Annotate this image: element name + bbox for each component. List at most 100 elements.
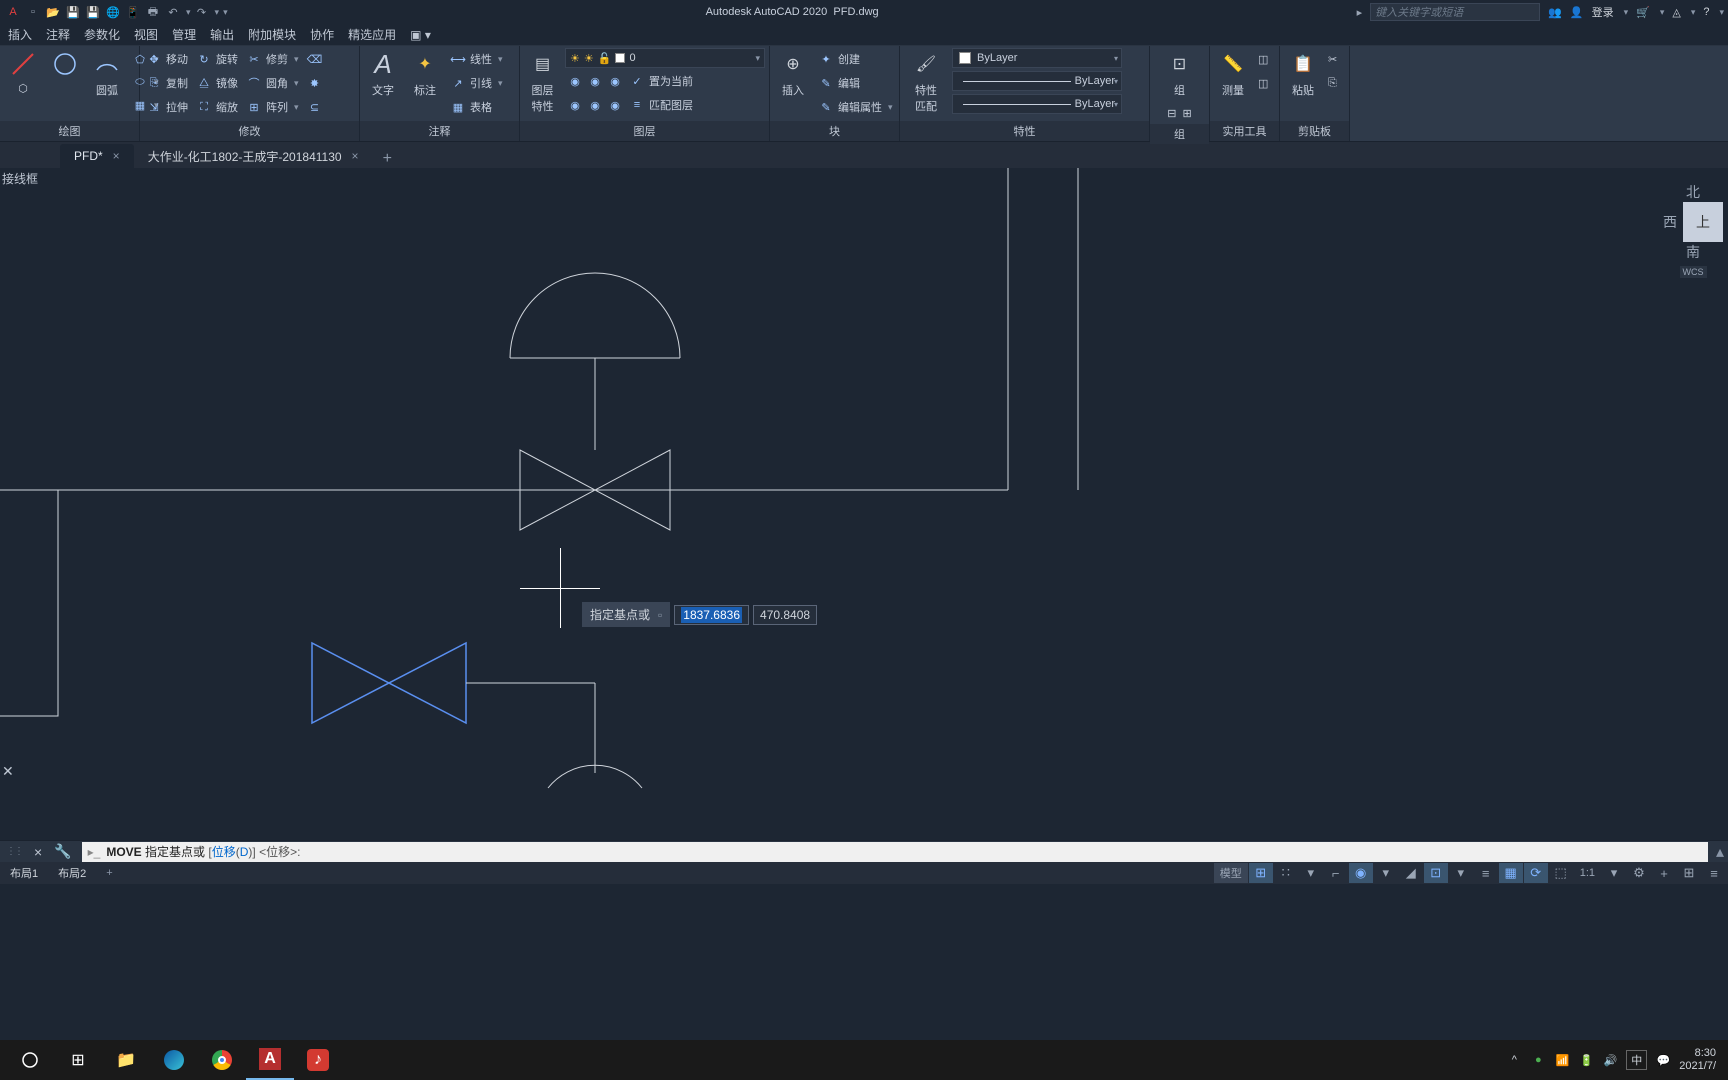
- panel-draw-label[interactable]: 绘图: [0, 121, 139, 141]
- create-block-button[interactable]: ✦创建: [816, 48, 895, 70]
- add-tab-button[interactable]: +: [373, 150, 402, 168]
- mirror-button[interactable]: ⧋镜像: [194, 72, 240, 94]
- status-lw-icon[interactable]: ≡: [1474, 863, 1498, 883]
- tray-notification-icon[interactable]: 💬: [1655, 1052, 1671, 1068]
- panel-clip-label[interactable]: 剪贴板: [1280, 121, 1349, 141]
- tab-featured[interactable]: 精选应用: [348, 26, 396, 43]
- linear-button[interactable]: ⟷线性▾: [448, 48, 505, 70]
- array-button[interactable]: ⊞阵列▾: [244, 96, 301, 118]
- tab-toggle[interactable]: ▣ ▾: [410, 28, 431, 42]
- layer-icons-2[interactable]: ◉◉◉: [565, 94, 625, 116]
- match-props-button[interactable]: 🖌特性 匹配: [904, 48, 948, 114]
- status-polar-icon[interactable]: ◉: [1349, 863, 1373, 883]
- tab-parametric[interactable]: 参数化: [84, 26, 120, 43]
- layout-add[interactable]: +: [96, 862, 122, 884]
- dwg-tab-2[interactable]: 大作业-化工1802-王成宇-201841130×: [134, 144, 373, 168]
- edge-icon[interactable]: [150, 1040, 198, 1080]
- measure-button[interactable]: 📏测量: [1214, 48, 1252, 98]
- status-ui-icon[interactable]: ⊞: [1677, 863, 1701, 883]
- status-scale[interactable]: 1:1: [1574, 863, 1601, 883]
- fillet-button[interactable]: ⌒圆角▾: [244, 72, 301, 94]
- explode-button[interactable]: ✸: [305, 72, 325, 94]
- dimension-button[interactable]: ✦标注: [406, 48, 444, 98]
- leader-button[interactable]: ↗引线▾: [448, 72, 505, 94]
- cmdline-history[interactable]: ▴: [1712, 842, 1728, 862]
- panel-modify-label[interactable]: 修改: [140, 121, 359, 141]
- status-dropdown[interactable]: ▾: [1374, 863, 1398, 883]
- set-current-button[interactable]: ✓置为当前: [627, 70, 695, 92]
- close-tab-icon[interactable]: ×: [352, 149, 359, 163]
- print-icon[interactable]: 🖶: [144, 3, 162, 21]
- autocad-logo-icon[interactable]: A: [4, 3, 22, 21]
- arc-button[interactable]: 圆弧: [88, 48, 126, 98]
- panel-block-label[interactable]: 块: [770, 121, 899, 141]
- tab-insert[interactable]: 插入: [8, 26, 32, 43]
- status-model[interactable]: 模型: [1214, 863, 1248, 883]
- scale-button[interactable]: ⛶缩放: [194, 96, 240, 118]
- command-input[interactable]: ▸_ MOVE 指定基点或 [位移(D)] <位移>:: [82, 842, 1708, 862]
- a360-icon[interactable]: ◬: [1672, 6, 1680, 19]
- util-1[interactable]: ◫: [1256, 48, 1270, 70]
- tray-battery-icon[interactable]: 🔋: [1578, 1052, 1594, 1068]
- tab-addins[interactable]: 附加模块: [248, 26, 296, 43]
- status-3d-icon[interactable]: ⬚: [1549, 863, 1573, 883]
- status-dropdown[interactable]: ▾: [1602, 863, 1626, 883]
- panel-group-label[interactable]: 组: [1150, 124, 1209, 144]
- collab-icon[interactable]: 👥: [1548, 6, 1562, 19]
- status-plus-icon[interactable]: +: [1652, 863, 1676, 883]
- tray-cloud-icon[interactable]: ●: [1530, 1052, 1546, 1068]
- polyline-button[interactable]: ⬡: [4, 82, 42, 95]
- cmdline-close[interactable]: ×: [28, 844, 48, 860]
- web-icon[interactable]: 🌐: [104, 3, 122, 21]
- util-2[interactable]: ◫: [1256, 72, 1270, 94]
- dynamic-y-input[interactable]: 470.8408: [753, 605, 817, 625]
- plot-icon[interactable]: 📱: [124, 3, 142, 21]
- copy-button[interactable]: ⎘复制: [144, 72, 190, 94]
- user-icon[interactable]: 👤: [1570, 6, 1584, 19]
- layer-combo[interactable]: ☀☀🔓 0 ▾: [565, 48, 765, 68]
- status-ortho-icon[interactable]: ⌐: [1324, 863, 1348, 883]
- line-button[interactable]: [4, 48, 42, 80]
- status-iso-icon[interactable]: ◢: [1399, 863, 1423, 883]
- linetype-combo[interactable]: ByLayer▾: [952, 94, 1122, 114]
- layer-icons-1[interactable]: ◉◉◉: [565, 70, 625, 92]
- login-button[interactable]: 登录: [1592, 4, 1614, 20]
- close-tab-icon[interactable]: ×: [113, 149, 120, 163]
- lineweight-combo[interactable]: ByLayer▾: [952, 71, 1122, 91]
- offset-button[interactable]: ⊆: [305, 96, 325, 118]
- save-icon[interactable]: 💾: [64, 3, 82, 21]
- new-icon[interactable]: ▫: [24, 3, 42, 21]
- start-button[interactable]: [6, 1040, 54, 1080]
- layout-tab-1[interactable]: 布局1: [0, 862, 48, 884]
- move-button[interactable]: ✥移动: [144, 48, 190, 70]
- help-icon[interactable]: ?: [1703, 6, 1709, 18]
- text-button[interactable]: A文字: [364, 48, 402, 98]
- tray-up-icon[interactable]: ^: [1506, 1052, 1522, 1068]
- wcs-label[interactable]: WCS: [1680, 266, 1707, 278]
- erase-button[interactable]: ⌫: [305, 48, 325, 70]
- taskbar-clock[interactable]: 8:30 2021/7/: [1679, 1047, 1716, 1073]
- tab-output[interactable]: 输出: [210, 26, 234, 43]
- copy-clip-icon[interactable]: ⎘: [1326, 72, 1339, 94]
- table-button[interactable]: ▦表格: [448, 96, 505, 118]
- cart-icon[interactable]: 🛒: [1636, 6, 1650, 19]
- netease-music-icon[interactable]: ♪: [294, 1040, 342, 1080]
- login-dropdown[interactable]: ▾: [1622, 7, 1629, 18]
- status-osnap-icon[interactable]: ⊡: [1424, 863, 1448, 883]
- panel-layers-label[interactable]: 图层: [520, 121, 769, 141]
- saveas-icon[interactable]: 💾: [84, 3, 102, 21]
- ime-indicator[interactable]: 中: [1626, 1050, 1647, 1070]
- panel-utils-label[interactable]: 实用工具: [1210, 121, 1279, 141]
- insert-button[interactable]: ⊕插入: [774, 48, 812, 98]
- panel-annot-label[interactable]: 注释: [360, 121, 519, 141]
- tray-wifi-icon[interactable]: 📶: [1554, 1052, 1570, 1068]
- group-icon1[interactable]: ⊟: [1165, 102, 1178, 124]
- panel-props-label[interactable]: 特性: [900, 121, 1149, 141]
- rotate-button[interactable]: ↻旋转: [194, 48, 240, 70]
- search-icon[interactable]: ▸: [1357, 6, 1363, 19]
- close-tool-palette[interactable]: ✕: [2, 763, 14, 780]
- chrome-icon[interactable]: [198, 1040, 246, 1080]
- open-icon[interactable]: 📂: [44, 3, 62, 21]
- color-combo[interactable]: ByLayer▾: [952, 48, 1122, 68]
- cmdline-grip[interactable]: ⋮⋮: [0, 846, 28, 857]
